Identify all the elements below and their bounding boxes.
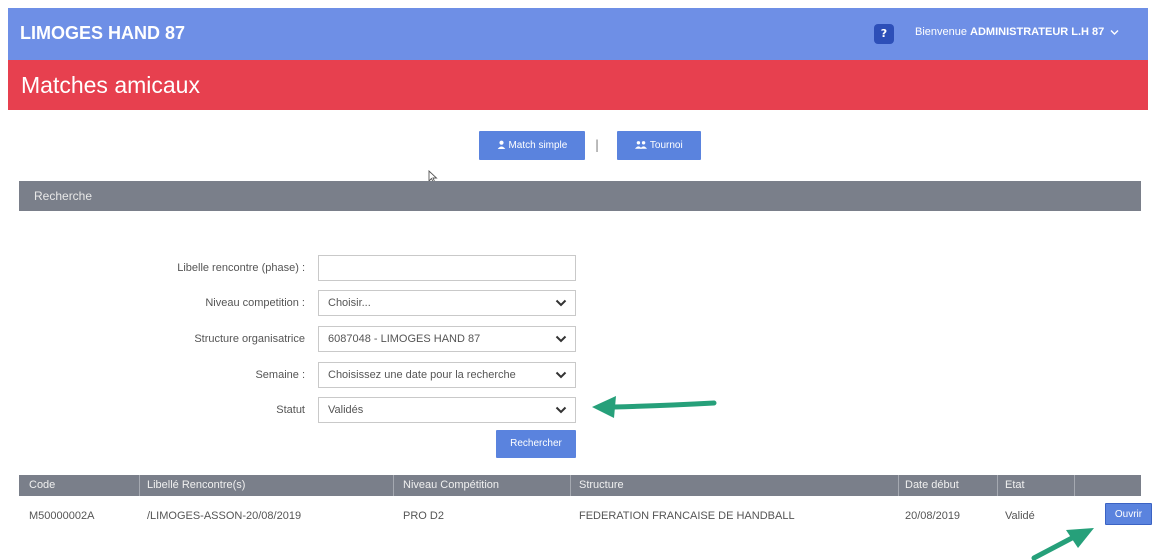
col-header-date-debut[interactable]: Date début xyxy=(905,479,959,491)
cell-date-debut: 20/08/2019 xyxy=(905,510,961,522)
chevron-down-icon xyxy=(555,335,567,343)
col-header-niveau[interactable]: Niveau Compétition xyxy=(403,479,499,491)
structure-organisatrice-select[interactable]: 6087048 - LIMOGES HAND 87 xyxy=(318,326,576,352)
structure-organisatrice-value: 6087048 - LIMOGES HAND 87 xyxy=(328,333,481,345)
search-section-title: Recherche xyxy=(34,189,93,203)
col-header-libelle[interactable]: Libellé Rencontre(s) xyxy=(147,479,245,491)
annotation-arrow-icon xyxy=(592,396,717,418)
page-title: Matches amicaux xyxy=(21,72,200,98)
statut-value: Validés xyxy=(328,404,364,416)
col-header-structure[interactable]: Structure xyxy=(579,479,624,491)
column-divider xyxy=(139,475,140,496)
annotation-arrow-icon xyxy=(1031,528,1094,560)
user-menu[interactable]: Bienvenue ADMINISTRATEUR L.H 87 xyxy=(915,26,1119,38)
cell-niveau: PRO D2 xyxy=(403,510,444,522)
structure-organisatrice-label: Structure organisatrice xyxy=(194,333,305,345)
top-nav-bar: LIMOGES HAND 87 ? Bienvenue ADMINISTRATE… xyxy=(8,8,1148,60)
tournoi-label: Tournoi xyxy=(649,140,683,151)
cell-code: M50000002A xyxy=(29,510,95,522)
match-simple-label: Match simple xyxy=(508,140,568,151)
niveau-competition-value: Choisir... xyxy=(328,297,371,309)
col-header-etat[interactable]: Etat xyxy=(1005,479,1025,491)
welcome-prefix: Bienvenue xyxy=(915,26,971,38)
niveau-competition-select[interactable]: Choisir... xyxy=(318,290,576,316)
cell-etat: Validé xyxy=(1005,510,1035,522)
results-table-header: Code Libellé Rencontre(s) Niveau Compéti… xyxy=(19,475,1141,496)
cell-structure: FEDERATION FRANCAISE DE HANDBALL xyxy=(579,510,795,522)
column-divider xyxy=(1074,475,1075,496)
brand-name[interactable]: LIMOGES HAND 87 xyxy=(20,23,185,44)
rechercher-button[interactable]: Rechercher xyxy=(496,430,576,458)
ouvrir-button[interactable]: Ouvrir xyxy=(1105,503,1152,525)
semaine-select[interactable]: Choisissez une date pour la recherche xyxy=(318,362,576,388)
column-divider xyxy=(997,475,998,496)
chevron-down-icon xyxy=(555,406,567,414)
ouvrir-label: Ouvrir xyxy=(1114,509,1143,520)
rechercher-label: Rechercher xyxy=(510,438,562,449)
chevron-down-icon xyxy=(555,299,567,307)
column-divider xyxy=(898,475,899,496)
col-header-code[interactable]: Code xyxy=(29,479,55,491)
page-title-bar: Matches amicaux xyxy=(8,60,1148,110)
tournoi-button[interactable]: Tournoi xyxy=(617,131,701,160)
libelle-rencontre-input[interactable] xyxy=(318,255,576,281)
search-section-header: Recherche xyxy=(19,181,1141,211)
cell-libelle: /LIMOGES-ASSON-20/08/2019 xyxy=(147,510,302,522)
user-icon xyxy=(497,140,505,149)
column-divider xyxy=(393,475,394,496)
column-divider xyxy=(570,475,571,496)
help-icon[interactable]: ? xyxy=(874,24,894,44)
semaine-value: Choisissez une date pour la recherche xyxy=(328,369,516,381)
niveau-competition-label: Niveau competition : xyxy=(205,297,305,309)
statut-select[interactable]: Validés xyxy=(318,397,576,423)
button-separator: | xyxy=(595,138,600,152)
libelle-rencontre-label: Libelle rencontre (phase) : xyxy=(177,262,305,274)
users-icon xyxy=(635,141,648,149)
match-simple-button[interactable]: Match simple xyxy=(479,131,585,160)
semaine-label: Semaine : xyxy=(255,369,305,381)
chevron-down-icon xyxy=(1110,29,1119,35)
statut-label: Statut xyxy=(276,404,305,416)
chevron-down-icon xyxy=(555,371,567,379)
user-name: ADMINISTRATEUR L.H 87 xyxy=(970,26,1105,38)
